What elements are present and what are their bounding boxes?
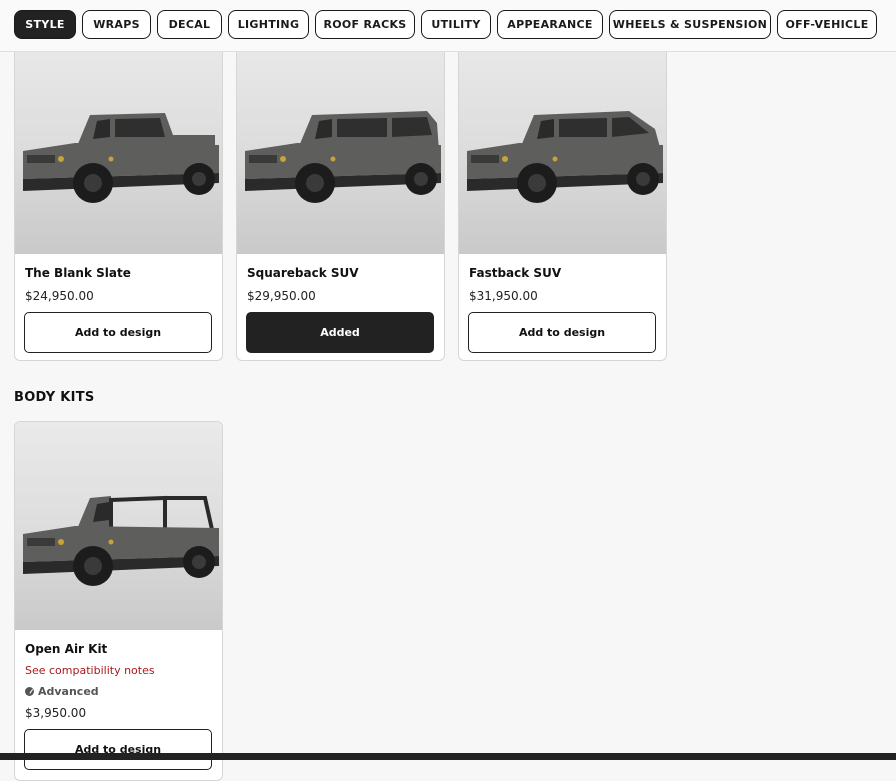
product-name: The Blank Slate xyxy=(25,266,131,280)
tab-appearance[interactable]: APPEARANCE xyxy=(497,10,603,39)
add-to-design-button[interactable]: Add to design xyxy=(24,312,212,353)
product-price: $29,950.00 xyxy=(247,289,316,303)
product-price: $24,950.00 xyxy=(25,289,94,303)
product-name: Open Air Kit xyxy=(25,642,108,656)
gauge-icon xyxy=(25,687,34,696)
product-name: Fastback SUV xyxy=(469,266,562,280)
tab-roof-racks[interactable]: ROOF RACKS xyxy=(315,10,415,39)
tab-wraps[interactable]: WRAPS xyxy=(82,10,151,39)
tab-style[interactable]: STYLE xyxy=(14,10,76,39)
add-to-design-button[interactable]: Add to design xyxy=(24,729,212,770)
product-price: $3,950.00 xyxy=(25,706,87,720)
vehicle-image xyxy=(15,31,222,254)
body-kit-card-open-air: Open Air Kit See compatibility notes Adv… xyxy=(14,421,223,781)
style-card-squareback-suv: Squareback SUV $29,950.00 Added xyxy=(236,30,445,361)
vehicle-image xyxy=(237,31,444,254)
add-to-design-button[interactable]: Add to design xyxy=(468,312,656,353)
product-price: $31,950.00 xyxy=(469,289,538,303)
tab-utility[interactable]: UTILITY xyxy=(421,10,491,39)
style-card-fastback-suv: Fastback SUV $31,950.00 Add to design xyxy=(458,30,667,361)
vehicle-image xyxy=(459,31,666,254)
vehicle-image xyxy=(15,422,222,630)
bottom-bar xyxy=(0,753,896,760)
product-name: Squareback SUV xyxy=(247,266,359,280)
added-button[interactable]: Added xyxy=(246,312,434,353)
section-title-body-kits: BODY KITS xyxy=(14,390,95,405)
category-tab-bar: STYLE WRAPS DECAL LIGHTING ROOF RACKS UT… xyxy=(0,0,896,52)
difficulty-level: Advanced xyxy=(25,685,99,698)
style-card-blank-slate: The Blank Slate $24,950.00 Add to design xyxy=(14,30,223,361)
tab-wheels-suspension[interactable]: WHEELS & SUSPENSION xyxy=(609,10,771,39)
compatibility-notes-link[interactable]: See compatibility notes xyxy=(25,664,155,677)
difficulty-label: Advanced xyxy=(38,685,99,698)
tab-decal[interactable]: DECAL xyxy=(157,10,222,39)
tab-off-vehicle[interactable]: OFF-VEHICLE xyxy=(777,10,877,39)
tab-lighting[interactable]: LIGHTING xyxy=(228,10,309,39)
